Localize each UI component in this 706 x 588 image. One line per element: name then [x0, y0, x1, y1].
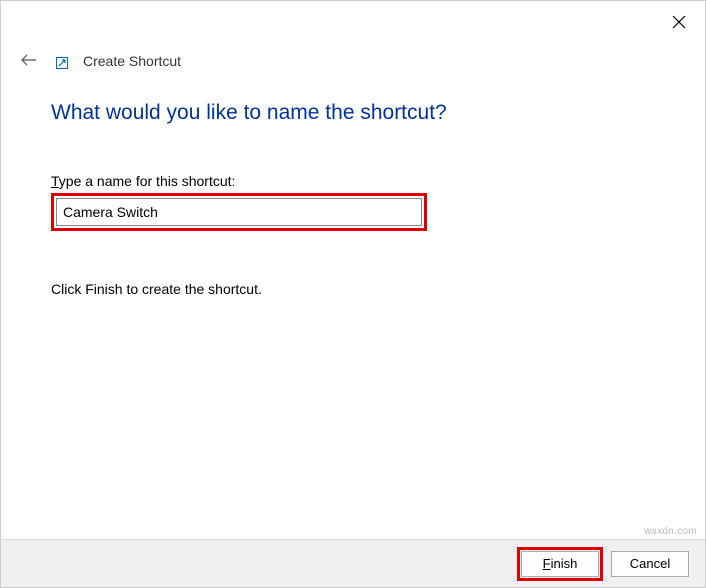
input-label-text: ype a name for this shortcut:	[59, 173, 236, 189]
back-arrow-icon	[20, 53, 38, 70]
input-highlight-box	[51, 193, 427, 231]
watermark: wsxdn.com	[644, 526, 697, 537]
shortcut-icon	[55, 56, 69, 70]
close-icon	[672, 15, 686, 32]
dialog-header: Create Shortcut	[19, 51, 181, 71]
finish-label-rest: inish	[551, 556, 578, 571]
cancel-button[interactable]: Cancel	[611, 551, 689, 577]
finish-button[interactable]: Finish	[521, 551, 599, 577]
input-label-accesskey: T	[51, 173, 59, 189]
back-button[interactable]	[19, 51, 39, 71]
dialog-content: What would you like to name the shortcut…	[51, 101, 655, 297]
close-button[interactable]	[667, 11, 691, 35]
shortcut-name-input[interactable]	[56, 198, 422, 226]
finish-highlight-box: Finish	[517, 547, 603, 581]
dialog-footer: Finish Cancel	[1, 539, 705, 587]
dialog-title: Create Shortcut	[83, 53, 181, 69]
help-text: Click Finish to create the shortcut.	[51, 281, 655, 297]
finish-accesskey: F	[543, 556, 551, 571]
page-heading: What would you like to name the shortcut…	[51, 101, 655, 125]
input-label: Type a name for this shortcut:	[51, 173, 655, 189]
create-shortcut-dialog: Create Shortcut What would you like to n…	[0, 0, 706, 588]
